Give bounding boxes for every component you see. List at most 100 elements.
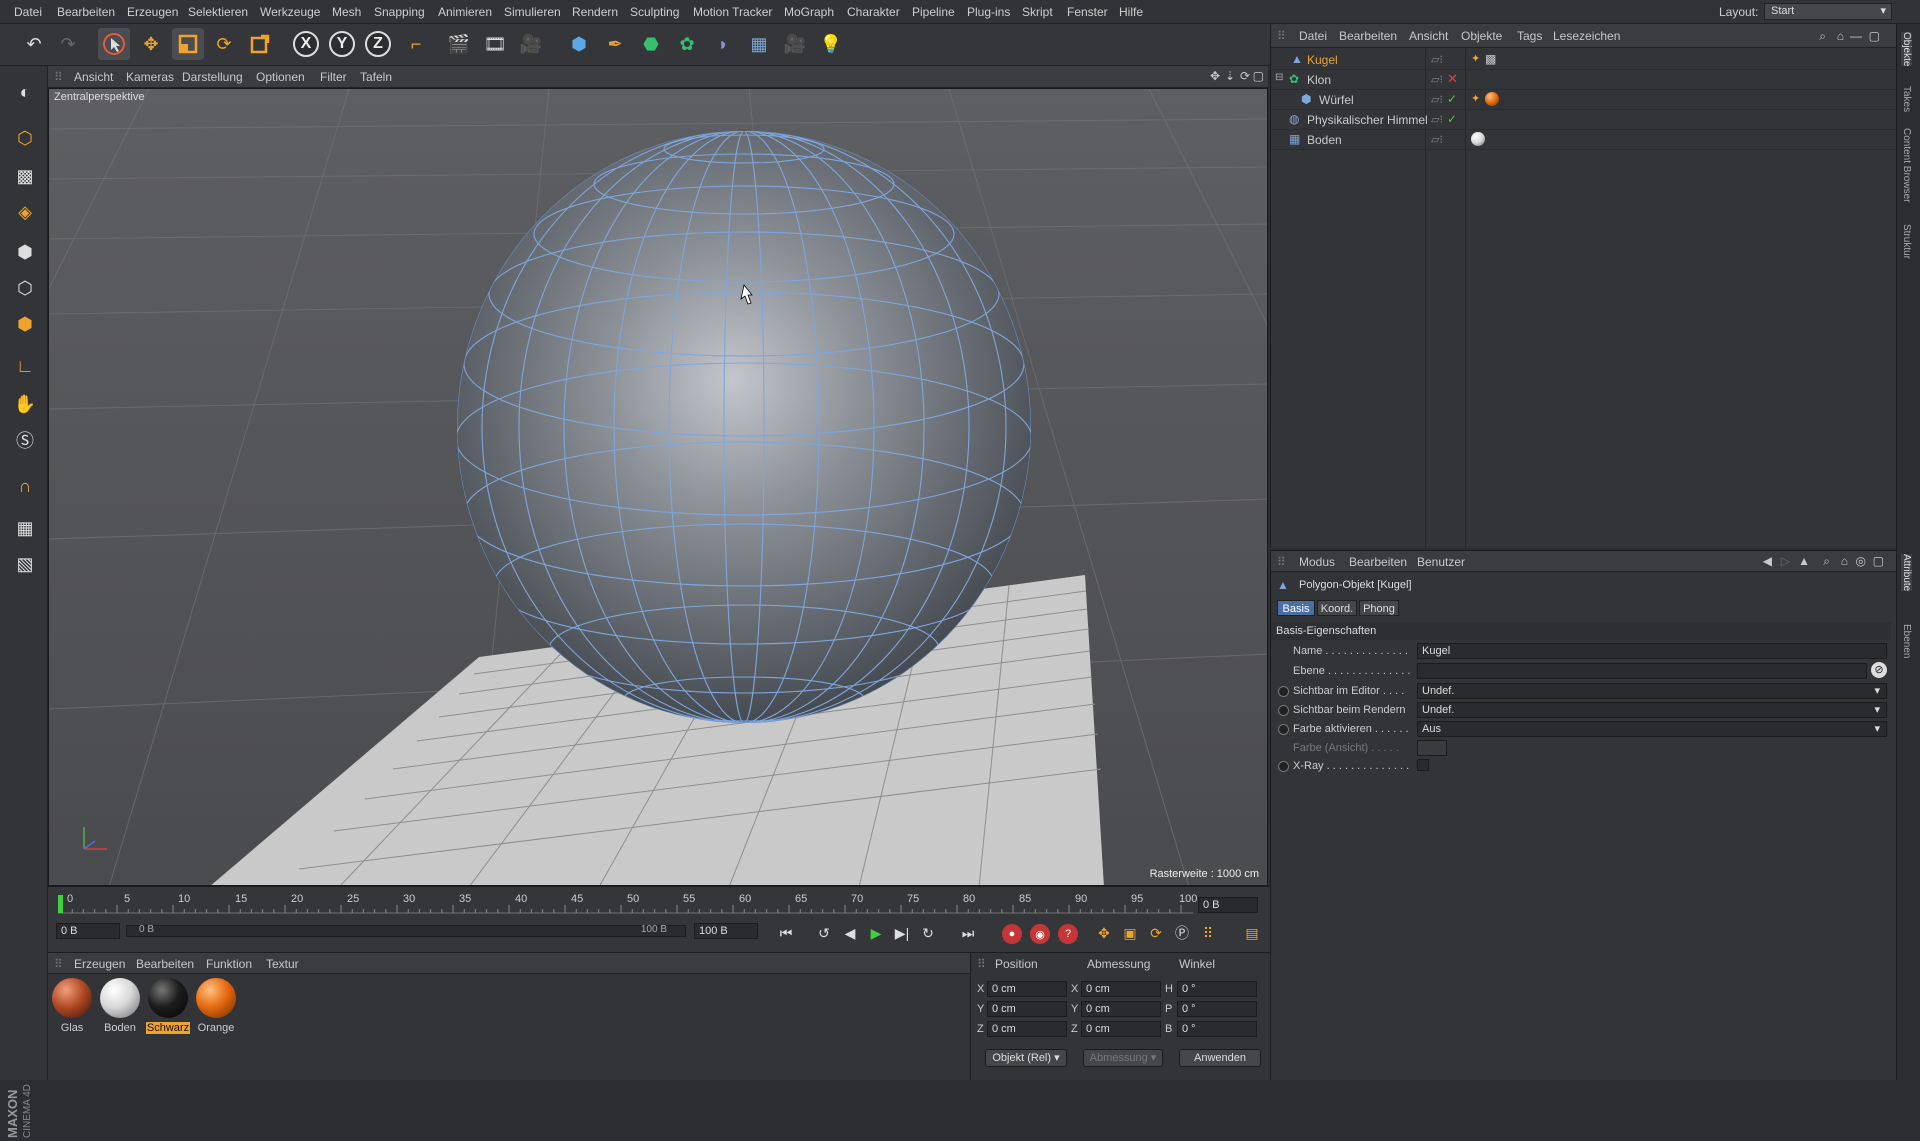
menu-bearbeiten[interactable]: Bearbeiten	[57, 5, 115, 19]
timeline-window-icon[interactable]: ▤	[1240, 921, 1264, 945]
new-window-icon[interactable]: ◎	[1856, 554, 1866, 568]
menu-charakter[interactable]: Charakter	[847, 5, 900, 19]
axis-z-toggle[interactable]: Z	[365, 31, 391, 57]
mat-menu-funktion[interactable]: Funktion	[206, 957, 252, 971]
spline-pen-icon[interactable]: ✒	[599, 28, 631, 60]
model-mode-icon[interactable]: ⬡	[8, 122, 42, 154]
animation-radio[interactable]	[1278, 761, 1289, 772]
workplane-lock-icon[interactable]: ▦	[8, 512, 42, 544]
mat-menu-erzeugen[interactable]: Erzeugen	[74, 957, 125, 971]
key-position-icon[interactable]: ✥	[1092, 921, 1116, 945]
tweak-mode-icon[interactable]: ✋	[8, 388, 42, 420]
material-orange[interactable]: Orange	[194, 978, 238, 1034]
minimize-panel-icon[interactable]: —	[1850, 29, 1862, 43]
coordinate-system-icon[interactable]: ⌐	[400, 28, 432, 60]
visible-editor-select[interactable]: Undef. ▾	[1417, 683, 1887, 699]
home-icon[interactable]: ⌂	[1837, 29, 1844, 43]
menu-skript[interactable]: Skript	[1022, 5, 1053, 19]
maximize-view-icon[interactable]: ▢	[1253, 69, 1264, 83]
object-row-boden[interactable]: ▦ Boden ▱⁝	[1271, 130, 1897, 150]
position-z-field[interactable]: 0 cm	[987, 1021, 1067, 1037]
tab-koord[interactable]: Koord.	[1317, 600, 1357, 616]
position-y-field[interactable]: 0 cm	[987, 1001, 1067, 1017]
go-to-end-icon[interactable]: ⏭	[956, 921, 980, 945]
om-menu-tags[interactable]: Tags	[1517, 29, 1542, 43]
menu-werkzeuge[interactable]: Werkzeuge	[260, 5, 320, 19]
timeline-ruler[interactable]: 0 5 10 15 20 25 30 35 40 45 50 55 60 65 …	[58, 893, 1197, 914]
camera-icon[interactable]: 🎥	[779, 28, 811, 60]
3d-viewport[interactable]: Zentralperspektive Rasterweite : 1000 cm	[48, 88, 1268, 886]
size-x-field[interactable]: 0 cm	[1081, 981, 1161, 997]
vp-menu-tafeln[interactable]: Tafeln	[360, 70, 392, 84]
select-tool-icon[interactable]	[98, 28, 130, 60]
texture-mode-icon[interactable]: ▩	[8, 160, 42, 192]
layer-visibility-icon[interactable]: ▱⁝	[1431, 53, 1443, 66]
name-field[interactable]: Kugel	[1417, 643, 1887, 659]
vp-menu-darstellung[interactable]: Darstellung	[182, 70, 243, 84]
points-mode-icon[interactable]: ⬢	[8, 236, 42, 268]
visible-render-select[interactable]: Undef. ▾	[1417, 702, 1887, 718]
previous-key-icon[interactable]: ↺	[812, 921, 836, 945]
vp-menu-kameras[interactable]: Kameras	[126, 70, 174, 84]
material-tag-icon[interactable]: ▩	[1485, 52, 1496, 66]
layer-field[interactable]	[1417, 663, 1867, 679]
material-tag-orange-icon[interactable]	[1485, 92, 1499, 106]
scale-tool-icon[interactable]	[172, 28, 204, 60]
rotation-b-field[interactable]: 0 °	[1177, 1021, 1257, 1037]
cube-primitive-icon[interactable]: ⬢	[563, 28, 595, 60]
key-rotation-icon[interactable]: ⟳	[1144, 921, 1168, 945]
mograph-cloner-icon[interactable]: ✿	[671, 28, 703, 60]
undo-icon[interactable]: ↶	[18, 28, 50, 60]
animation-radio[interactable]	[1278, 705, 1289, 716]
redo-icon[interactable]: ↷	[52, 28, 84, 60]
material-schwarz[interactable]: Schwarz	[146, 978, 190, 1034]
phong-tag-icon[interactable]: ✦	[1471, 52, 1480, 65]
side-tab-content-browser[interactable]: Content Browser	[1901, 128, 1912, 202]
planar-workplane-icon[interactable]: ▧	[8, 548, 42, 580]
next-key-icon[interactable]: ↻	[916, 921, 940, 945]
axis-mode-icon[interactable]: ∟	[8, 350, 42, 382]
layer-visibility-icon[interactable]: ▱⁝	[1431, 113, 1443, 126]
collapse-icon[interactable]: ⊟	[1275, 72, 1283, 83]
layer-visibility-icon[interactable]: ▱⁝	[1431, 93, 1443, 106]
om-menu-lesezeichen[interactable]: Lesezeichen	[1553, 29, 1620, 43]
make-editable-icon[interactable]: ◐	[8, 76, 42, 108]
move-tool-icon[interactable]: ✥	[135, 28, 167, 60]
tab-basis[interactable]: Basis	[1277, 600, 1315, 616]
render-view-icon[interactable]: 🎬	[443, 28, 475, 60]
lock-icon[interactable]: ⌂	[1841, 554, 1848, 568]
search-icon[interactable]: ⌕	[1823, 554, 1830, 569]
forward-arrow-icon[interactable]: ▷	[1781, 554, 1790, 568]
up-arrow-icon[interactable]: ▲	[1798, 554, 1810, 568]
om-menu-datei[interactable]: Datei	[1299, 29, 1327, 43]
menu-rendern[interactable]: Rendern	[572, 5, 618, 19]
edges-mode-icon[interactable]: ⬡	[8, 272, 42, 304]
om-menu-objekte[interactable]: Objekte	[1461, 29, 1502, 43]
search-icon[interactable]: ⌕	[1819, 29, 1826, 44]
size-mode-select[interactable]: Abmessung ▾	[1083, 1049, 1163, 1067]
deformer-icon[interactable]: ◗	[707, 28, 739, 60]
object-row-klon[interactable]: ⊟ ✿ Klon ▱⁝ ✕	[1271, 70, 1897, 90]
menu-plugins[interactable]: Plug-ins	[967, 5, 1010, 19]
layout-select[interactable]: Start ▾	[1764, 3, 1892, 20]
magnet-icon[interactable]: ∩	[8, 470, 42, 502]
menu-animieren[interactable]: Animieren	[438, 5, 492, 19]
side-tab-takes[interactable]: Takes	[1901, 86, 1912, 112]
end-frame-field[interactable]: 100 B	[694, 923, 758, 939]
size-y-field[interactable]: 0 cm	[1081, 1001, 1161, 1017]
om-menu-ansicht[interactable]: Ansicht	[1409, 29, 1448, 43]
vp-menu-ansicht[interactable]: Ansicht	[74, 70, 113, 84]
rotate-tool-icon[interactable]: ⟳	[208, 28, 240, 60]
xray-checkbox[interactable]	[1417, 759, 1429, 771]
start-frame-field[interactable]: 0 B	[56, 923, 120, 939]
enabled-check-icon[interactable]: ✓	[1447, 92, 1457, 106]
side-tab-struktur[interactable]: Struktur	[1901, 224, 1912, 259]
current-frame-field[interactable]: 0 B	[1198, 897, 1258, 913]
om-menu-bearbeiten[interactable]: Bearbeiten	[1339, 29, 1397, 43]
material-tag-white-icon[interactable]	[1471, 132, 1485, 146]
attr-menu-benutzer[interactable]: Benutzer	[1417, 555, 1465, 569]
key-parameter-icon[interactable]: Ⓟ	[1170, 921, 1194, 945]
menu-hilfe[interactable]: Hilfe	[1119, 5, 1143, 19]
attr-menu-modus[interactable]: Modus	[1299, 555, 1335, 569]
menu-fenster[interactable]: Fenster	[1067, 5, 1108, 19]
